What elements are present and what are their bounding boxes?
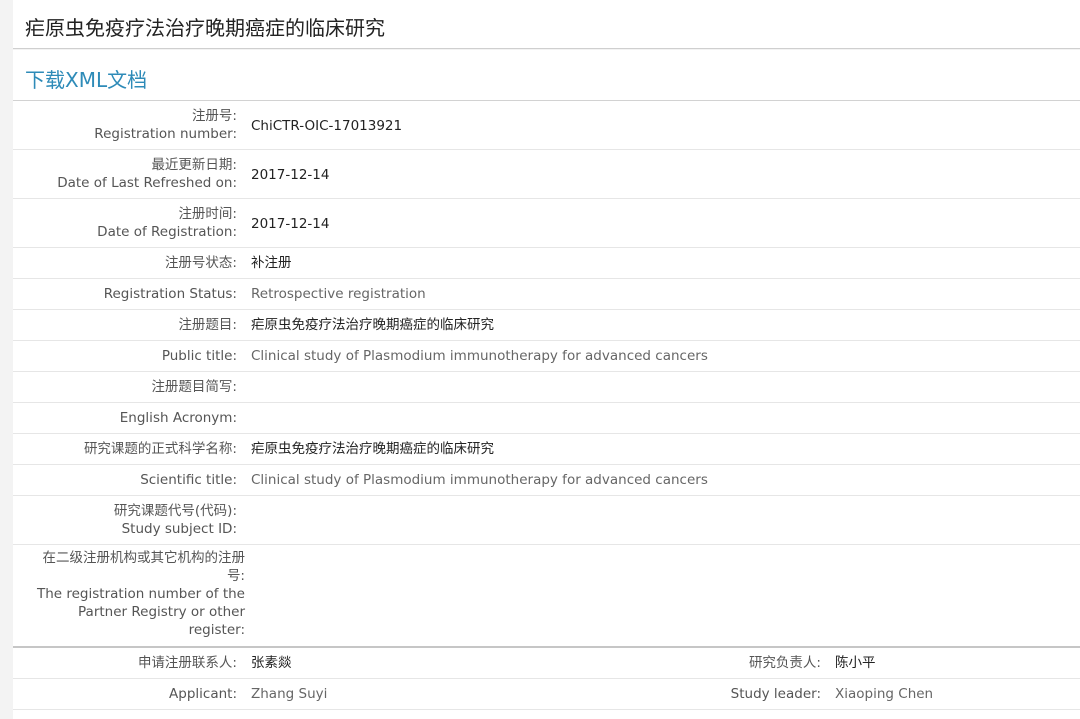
value-status-en: Retrospective registration [251, 286, 426, 302]
label-public-title-cn: 注册题目: [178, 317, 237, 333]
value-scientific-title-cn: 疟原虫免疫疗法治疗晚期癌症的临床研究 [251, 441, 494, 457]
row-status-en: Registration Status: Retrospective regis… [13, 279, 1080, 310]
label-study-leader-cn: 研究负责人: [748, 655, 821, 671]
label-line: The registration number of the [36, 586, 245, 602]
row-scientific-title-cn: 研究课题的正式科学名称: 疟原虫免疫疗法治疗晚期癌症的临床研究 [13, 434, 1080, 465]
row-applicant-cn: 申请注册联系人: 张素燚 研究负责人: 陈小平 [13, 648, 1080, 679]
row-last-refreshed: 最近更新日期: Date of Last Refreshed on: 2017-… [13, 150, 1080, 199]
value-scientific-title-en: Clinical study of Plasmodium immunothera… [251, 472, 708, 488]
value-date-registration: 2017-12-14 [251, 216, 330, 232]
label-en: Registration number: [94, 126, 237, 142]
label-study-subject-id: 研究课题代号(代码): Study subject ID: [13, 502, 237, 538]
label-cn: 注册时间: [178, 206, 237, 222]
value-public-title-cn: 疟原虫免疫疗法治疗晚期癌症的临床研究 [251, 317, 494, 333]
label-en: Date of Last Refreshed on: [57, 175, 237, 191]
row-acronym-en: English Acronym: [13, 403, 1080, 434]
row-registration-number: 注册号: Registration number: ChiCTR-OIC-170… [13, 101, 1080, 150]
label-en: Date of Registration: [97, 224, 237, 240]
label-acronym-cn: 注册题目简写: [151, 379, 237, 395]
download-xml-link[interactable]: 下载XML文档 [25, 64, 147, 93]
label-scientific-title-cn: 研究课题的正式科学名称: [83, 441, 237, 457]
value-applicant-cn: 张素燚 [251, 655, 292, 671]
label-line: Partner Registry or other [78, 604, 245, 620]
label-registration-number: 注册号: Registration number: [13, 107, 237, 143]
label-public-title-en: Public title: [161, 348, 237, 364]
label-line: register: [188, 622, 245, 638]
label-study-leader-en: Study leader: [730, 686, 821, 702]
label-last-refreshed: 最近更新日期: Date of Last Refreshed on: [13, 156, 237, 192]
label-applicant-cn: 申请注册联系人: [137, 655, 237, 671]
row-status-cn: 注册号状态: 补注册 [13, 248, 1080, 279]
label-line: 号: [226, 568, 245, 584]
label-status-cn: 注册号状态: [164, 255, 237, 271]
label-en: Study subject ID: [121, 521, 237, 537]
row-study-subject-id: 研究课题代号(代码): Study subject ID: [13, 496, 1080, 545]
label-cn: 注册号: [191, 108, 237, 124]
page-title: 疟原虫免疫疗法治疗晚期癌症的临床研究 [25, 16, 385, 40]
label-applicant-en: Applicant: [169, 686, 237, 702]
row-scientific-title-en: Scientific title: Clinical study of Plas… [13, 465, 1080, 496]
label-acronym-en: English Acronym: [119, 410, 237, 426]
label-cn: 最近更新日期: [151, 157, 237, 173]
label-date-registration: 注册时间: Date of Registration: [13, 205, 237, 241]
page-title-bar: 疟原虫免疫疗法治疗晚期癌症的临床研究 [13, 0, 1080, 49]
value-last-refreshed: 2017-12-14 [251, 167, 330, 183]
row-date-registration: 注册时间: Date of Registration: 2017-12-14 [13, 199, 1080, 248]
row-acronym-cn: 注册题目简写: [13, 372, 1080, 403]
value-study-leader-en: Xiaoping Chen [835, 686, 934, 702]
value-public-title-en: Clinical study of Plasmodium immunothera… [251, 348, 708, 364]
label-line: 在二级注册机构或其它机构的注册 [42, 550, 246, 566]
value-study-leader-cn: 陈小平 [835, 655, 876, 671]
label-status-en: Registration Status: [103, 286, 237, 302]
value-applicant-en: Zhang Suyi [251, 686, 328, 702]
value-registration-number: ChiCTR-OIC-17013921 [251, 118, 403, 134]
value-status-cn: 补注册 [251, 255, 292, 271]
label-scientific-title-en: Scientific title: [140, 472, 237, 488]
label-cn: 研究课题代号(代码): [113, 503, 237, 519]
row-public-title-en: Public title: Clinical study of Plasmodi… [13, 341, 1080, 372]
row-applicant-en: Applicant: Zhang Suyi Study leader: Xiao… [13, 679, 1080, 710]
registration-panel: 下载XML文档 注册号: Registration number: ChiCTR… [13, 50, 1080, 719]
row-public-title-cn: 注册题目: 疟原虫免疫疗法治疗晚期癌症的临床研究 [13, 310, 1080, 341]
row-partner-registry: 在二级注册机构或其它机构的注册 号: The registration numb… [13, 545, 1080, 648]
label-partner-registry: 在二级注册机构或其它机构的注册 号: The registration numb… [13, 549, 245, 639]
